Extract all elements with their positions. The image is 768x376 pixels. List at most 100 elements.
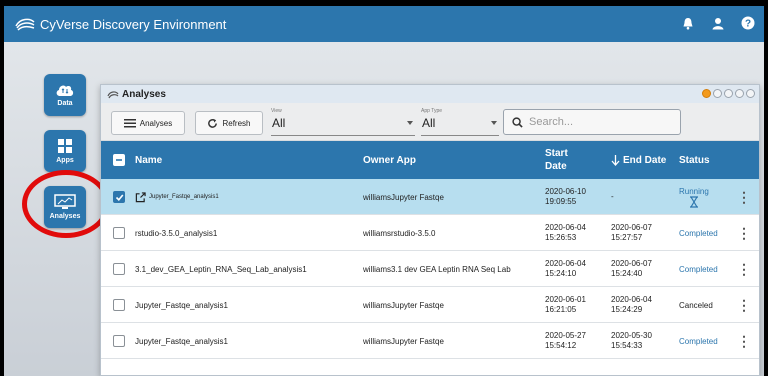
chevron-down-icon: [491, 121, 497, 125]
column-header-start-date[interactable]: Start Date: [545, 141, 568, 179]
row-status: Completed: [679, 228, 718, 238]
row-start-date-day: 2020-05-27: [545, 330, 586, 340]
bell-icon[interactable]: [680, 15, 696, 31]
cloud-icon: [56, 85, 74, 96]
start-date-header-line2: Date: [545, 161, 567, 172]
search-icon: [512, 116, 523, 128]
row-checkbox-cell: [113, 179, 125, 215]
row-end-date-day: 2020-05-30: [611, 330, 652, 340]
window-controls: [702, 89, 755, 98]
row-end-date-day: 2020-06-04: [611, 294, 652, 304]
row-status-label: Running: [679, 186, 709, 196]
window-help-control[interactable]: [702, 89, 711, 98]
row-checkbox-cell: [113, 287, 125, 323]
hourglass-icon: [689, 195, 698, 208]
analyses-menu-button[interactable]: Analyses: [111, 111, 185, 135]
data-launcher-label: Data: [57, 100, 73, 107]
refresh-icon: [208, 118, 218, 128]
top-bar: CyVerse Discovery Environment ?: [4, 6, 764, 42]
row-end-date-day: 2020-06-07: [611, 258, 652, 268]
row-checkbox[interactable]: [113, 263, 125, 275]
row-checkbox-cell: [113, 215, 125, 251]
row-status: Canceled: [679, 300, 713, 310]
row-start-date-day: 2020-06-01: [545, 294, 586, 304]
menu-icon: [123, 118, 136, 127]
grid-icon: [58, 139, 72, 153]
row-more-icon[interactable]: ⋮: [737, 323, 751, 359]
table-row[interactable]: rstudio-3.5.0_analysis1 williamsrstudio-…: [101, 215, 759, 251]
select-all-checkbox[interactable]: [113, 154, 125, 166]
data-launcher-button[interactable]: Data: [44, 74, 86, 116]
window-maximize-control[interactable]: [735, 89, 744, 98]
row-checkbox[interactable]: [113, 335, 125, 347]
end-date-header-label: End Date: [623, 154, 667, 166]
table-row[interactable]: Jupyter_Fastqe_analysis1 williamsJupyter…: [101, 323, 759, 359]
row-checkbox[interactable]: [113, 227, 125, 239]
row-start-date-day: 2020-06-10: [545, 186, 586, 196]
screen-frame: CyVerse Discovery Environment ? Data App…: [0, 0, 768, 376]
svg-text:?: ?: [745, 19, 751, 30]
refresh-button[interactable]: Refresh: [195, 111, 263, 135]
app-type-select-caption: App Type: [421, 108, 443, 114]
app-type-select[interactable]: App Type All: [421, 108, 499, 136]
row-status: Completed: [679, 336, 718, 346]
row-end-date-day: 2020-06-07: [611, 222, 652, 232]
window-title: Analyses: [122, 88, 166, 100]
analyses-window-icon: [107, 90, 119, 98]
window-close-control[interactable]: [746, 89, 755, 98]
window-minimize-control[interactable]: [713, 89, 722, 98]
row-more-icon[interactable]: ⋮: [737, 179, 751, 215]
window-restore-control[interactable]: [724, 89, 733, 98]
column-header-end-date[interactable]: End Date: [611, 141, 666, 179]
row-start-date-time: 19:09:55: [545, 197, 577, 206]
row-start-date-time: 15:54:12: [545, 341, 577, 350]
row-more-icon[interactable]: ⋮: [737, 251, 751, 287]
apps-launcher-button[interactable]: Apps: [44, 130, 86, 172]
row-name: Jupyter_Fastqe_analysis1: [135, 300, 228, 310]
row-name: 3.1_dev_GEA_Leptin_RNA_Seq_Lab_analysis1: [135, 264, 307, 274]
row-name-cell: Jupyter_Fastqe_analysis1: [135, 179, 219, 215]
view-select[interactable]: View All: [271, 108, 415, 136]
analyses-window: Analyses Analyses Refresh View All App T…: [100, 84, 760, 376]
table-row[interactable]: Jupyter_Fastqe_analysis1 williamsJupyter…: [101, 287, 759, 323]
refresh-label: Refresh: [222, 118, 251, 128]
row-end-date: 2020-06-07 15:27:57: [611, 215, 652, 251]
help-icon[interactable]: ?: [740, 15, 756, 31]
row-more-icon[interactable]: ⋮: [737, 215, 751, 251]
row-end-date-time: 15:27:57: [611, 233, 643, 242]
window-title-bar[interactable]: Analyses: [101, 85, 759, 103]
app-title: CyVerse Discovery Environment: [40, 16, 227, 32]
row-start-date: 2020-06-10 19:09:55: [545, 179, 586, 215]
table-row[interactable]: 3.1_dev_GEA_Leptin_RNA_Seq_Lab_analysis1…: [101, 251, 759, 287]
chevron-down-icon: [407, 121, 413, 125]
user-icon[interactable]: [710, 15, 726, 31]
row-end-date: -: [611, 179, 614, 215]
row-end-date: 2020-06-07 15:24:40: [611, 251, 652, 287]
row-more-icon[interactable]: ⋮: [737, 287, 751, 323]
view-select-value: All: [272, 116, 286, 130]
row-start-date: 2020-06-04 15:24:10: [545, 251, 586, 287]
sort-arrow-down-icon: [611, 154, 620, 166]
row-status: Completed: [679, 264, 718, 274]
apps-launcher-label: Apps: [56, 157, 74, 164]
column-header-name[interactable]: Name: [135, 141, 162, 179]
table-header: Name Owner App Start Date End Date Statu…: [101, 141, 759, 179]
row-end-date-day: -: [611, 191, 614, 201]
row-checkbox[interactable]: [113, 299, 125, 311]
row-start-date: 2020-05-27 15:54:12: [545, 323, 586, 359]
toolbar: Analyses Refresh View All App Type All S…: [101, 103, 759, 141]
table-row[interactable]: Jupyter_Fastqe_analysis1 williamsJupyter…: [101, 179, 759, 215]
search-input[interactable]: Search...: [503, 109, 681, 135]
row-start-date-day: 2020-06-04: [545, 222, 586, 232]
search-placeholder: Search...: [529, 116, 574, 128]
top-icons: ?: [680, 15, 756, 31]
row-checkbox-cell: [113, 251, 125, 287]
column-header-owner-app[interactable]: Owner App: [363, 141, 416, 179]
view-select-caption: View: [271, 108, 282, 114]
row-checkbox[interactable]: [113, 191, 125, 203]
open-external-icon[interactable]: [135, 191, 146, 203]
row-owner-app: williams3.1 dev GEA Leptin RNA Seq Lab: [363, 264, 511, 274]
row-name: Jupyter_Fastqe_analysis1: [135, 336, 228, 346]
header-checkbox-cell: [113, 141, 125, 179]
column-header-status[interactable]: Status: [679, 141, 710, 179]
